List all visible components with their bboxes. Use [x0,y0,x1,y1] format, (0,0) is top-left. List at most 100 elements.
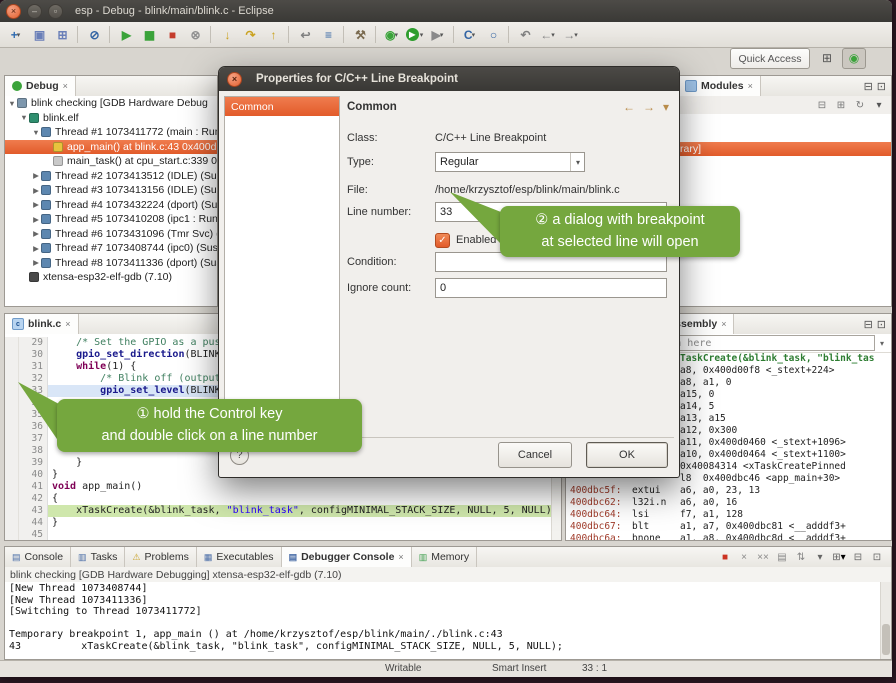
suspend-icon[interactable]: ▮▮ [138,25,159,45]
close-tab-icon[interactable]: × [398,552,403,562]
display-selected-console-icon[interactable]: ▾ [812,549,828,565]
debug-tree-item[interactable]: ▶Thread #8 1073411336 (dport) (Sus [5,256,217,271]
collapsed-arrow-icon[interactable]: ▶ [31,171,41,180]
line-number[interactable]: 43 [19,505,48,517]
tab-console[interactable]: ▤Console [5,547,71,567]
debug-tree-item[interactable]: app_main() at blink.c:43 0x400dbc [5,140,217,155]
minimize-window-icon[interactable]: – [27,4,42,19]
tab-debugger-console[interactable]: ▤Debugger Console× [282,547,412,567]
line-number[interactable]: 30 [19,349,48,361]
line-number[interactable]: 42 [19,493,48,505]
annotation-ruler-cell[interactable] [5,457,19,469]
minimize-icon[interactable]: ⊟ [864,318,873,331]
line-number[interactable]: 38 [19,445,48,457]
save-icon[interactable]: ▣ [28,25,49,45]
annotation-ruler-cell[interactable] [5,421,19,433]
close-tab-icon[interactable]: × [63,81,68,91]
line-number[interactable]: 34 [19,397,48,409]
run-icon[interactable]: ▶▾ [404,25,425,45]
debug-tree-item[interactable]: xtensa-esp32-elf-gdb (7.10) [5,270,217,285]
step-return-icon[interactable]: ↑ [262,25,283,45]
external-tools-icon[interactable]: ▶▾ [427,25,448,45]
debug-tree-item[interactable]: ▶Thread #2 1073413512 (IDLE) (Susp [5,169,217,184]
dialog-titlebar[interactable]: × Properties for C/C++ Line Breakpoint [219,67,679,91]
line-number[interactable]: 37 [19,433,48,445]
maximize-view-icon[interactable]: ⊡ [869,549,885,565]
open-console-icon[interactable]: ⊞▾ [831,549,847,565]
annotation-ruler-cell[interactable] [5,493,19,505]
annotation-ruler-cell[interactable] [5,433,19,445]
minimize-icon[interactable]: ⊟ [864,80,873,93]
collapsed-arrow-icon[interactable]: ▶ [31,186,41,195]
terminate-icon[interactable]: ■ [161,25,182,45]
new-cpp-class-icon[interactable]: C▾ [459,25,480,45]
annotation-ruler-cell[interactable] [5,385,19,397]
line-number[interactable]: 31 [19,361,48,373]
scroll-lock-icon[interactable]: ⇅ [793,549,809,565]
code-line[interactable] [48,529,552,540]
window-titlebar[interactable]: ×–▫ esp - Debug - blink/main/blink.c - E… [0,0,892,22]
code-line[interactable]: xTaskCreate(&blink_task, "blink_task", c… [48,505,552,517]
line-number[interactable]: 40 [19,469,48,481]
disassembly-line[interactable]: 400dbc67:blta1, a7, 0x400dbc81 <__adddf3… [566,521,891,533]
clear-console-icon[interactable]: ▤ [774,549,790,565]
save-all-icon[interactable]: ⊞ [51,25,72,45]
disassembly-line[interactable]: 400dbc5f:extuia6, a0, 23, 13 [566,485,891,497]
back-icon[interactable]: ←▾ [537,25,558,45]
debug-tree-item[interactable]: ▶Thread #3 1073413156 (IDLE) (Susp [5,183,217,198]
collapsed-arrow-icon[interactable]: ▶ [31,200,41,209]
line-number[interactable]: 41 [19,481,48,493]
close-tab-icon[interactable]: × [721,319,726,329]
annotation-ruler-cell[interactable] [5,445,19,457]
debug-icon[interactable]: ◉▾ [381,25,402,45]
code-line[interactable]: { [48,493,552,505]
line-number[interactable]: 35 [19,409,48,421]
line-number[interactable]: 39 [19,457,48,469]
forward-icon[interactable]: → [643,100,655,114]
debug-tree-item[interactable]: ▼Thread #1 1073411772 (main : Runn [5,125,217,140]
disassembly-line[interactable]: 400dbc62:l32i.na6, a0, 16 [566,497,891,509]
annotation-ruler-cell[interactable] [5,409,19,421]
tab-blink-c[interactable]: c blink.c × [5,314,79,334]
dialog-close-button[interactable]: × [227,72,242,87]
enabled-checkbox[interactable]: ✓ [435,233,450,248]
close-window-icon[interactable]: × [6,4,21,19]
close-tab-icon[interactable]: × [748,81,753,91]
new-icon[interactable]: +▾ [5,25,26,45]
code-line[interactable]: void app_main() [48,481,552,493]
remove-launch-icon[interactable]: × [736,549,752,565]
debug-tree-item[interactable]: ▶Thread #4 1073432224 (dport) (Sus [5,198,217,213]
open-perspective-icon[interactable]: ⊞ [816,49,838,68]
line-number[interactable]: 44 [19,517,48,529]
line-number[interactable]: 36 [19,421,48,433]
tab-tasks[interactable]: ▥Tasks [71,547,125,567]
tab-modules[interactable]: Modules × [678,76,761,96]
collapsed-arrow-icon[interactable]: ▶ [31,258,41,267]
ignore-count-input[interactable]: 0 [435,278,667,298]
annotation-ruler-cell[interactable] [5,349,19,361]
terminate-console-icon[interactable]: ■ [717,549,733,565]
refresh-modules-icon[interactable]: ↻ [852,97,868,113]
debug-tree-item[interactable]: main_task() at cpu_start.c:339 0x4 [5,154,217,169]
line-number[interactable]: 29 [19,337,48,349]
debug-tree-item[interactable]: ▼blink checking [GDB Hardware Debug [5,96,217,111]
code-line[interactable]: } [48,517,552,529]
debug-perspective-icon[interactable]: ◉ [842,48,866,69]
debug-tree-item[interactable]: ▶Thread #5 1073410208 (ipc1 : Runni [5,212,217,227]
expanded-arrow-icon[interactable]: ▼ [19,113,29,122]
close-tab-icon[interactable]: × [65,319,70,329]
annotation-ruler-cell[interactable] [5,529,19,540]
scrollbar-thumb[interactable] [882,624,890,655]
step-over-icon[interactable]: ↷ [239,25,260,45]
console-scrollbar[interactable] [880,582,891,659]
maximize-icon[interactable]: ⊡ [877,80,886,93]
maximize-icon[interactable]: ⊡ [877,318,886,331]
collapsed-arrow-icon[interactable]: ▶ [31,229,41,238]
skip-all-breakpoints-icon[interactable]: ⊘ [83,25,104,45]
ok-button[interactable]: OK [586,442,668,468]
line-number[interactable]: 33 [19,385,48,397]
chevron-down-icon[interactable]: ▾ [875,335,889,351]
collapse-all-icon[interactable]: ⊟ [814,97,830,113]
annotation-ruler-cell[interactable] [5,505,19,517]
quick-access-button[interactable]: Quick Access [730,48,810,69]
